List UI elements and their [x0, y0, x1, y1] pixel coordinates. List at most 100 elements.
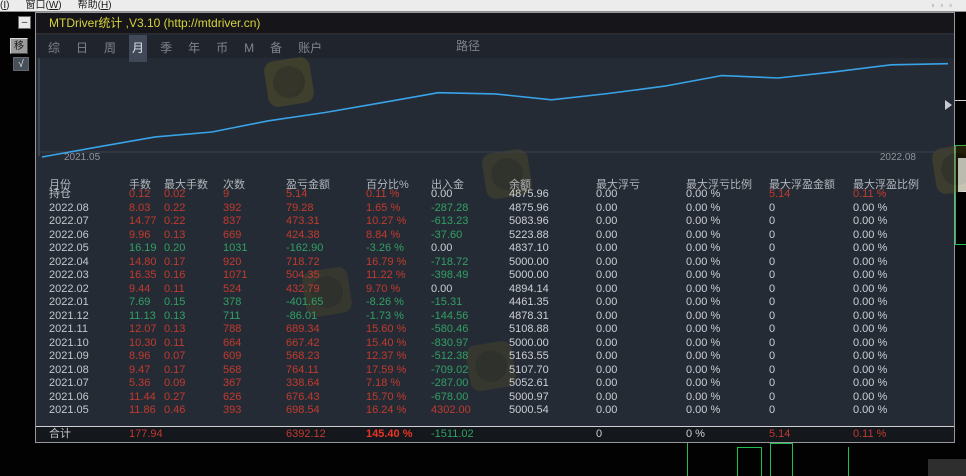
tab-备[interactable]: 备: [270, 37, 282, 60]
row-label: 2022.01: [49, 296, 89, 310]
cell: 5.36: [129, 377, 150, 391]
table-row-2021.08: 2021.089.470.17568764.1117.59 %-709.0251…: [36, 364, 954, 378]
cell: -8.26 %: [366, 296, 404, 310]
cell: 5000.54: [509, 404, 549, 418]
cell: 0.00 %: [853, 377, 887, 391]
cell: 0.00 %: [686, 391, 720, 405]
cell: 0.00 %: [686, 350, 720, 364]
move-tool-button[interactable]: 移: [10, 38, 28, 54]
cell: 676.43: [286, 391, 320, 405]
cell: 0.15: [164, 296, 185, 310]
cell: 0.00 %: [853, 310, 887, 324]
table-row-2022.04: 2022.0414.800.17920718.7216.79 %-718.725…: [36, 256, 954, 270]
cell: 0.00 %: [853, 296, 887, 310]
tab-综[interactable]: 综: [48, 37, 60, 60]
cell: 0: [769, 364, 775, 378]
line-end-marker-icon: [945, 100, 952, 110]
tab-日[interactable]: 日: [76, 37, 88, 60]
cell: 0.00 %: [686, 215, 720, 229]
totals-cell: -1511.02: [431, 427, 474, 442]
window-title-bar[interactable]: MTDriver统计 ,V3.10 (http://mtdriver.cn): [36, 13, 954, 34]
cell: 0.00: [596, 391, 617, 405]
cell: 8.96: [129, 350, 150, 364]
tab-M[interactable]: M: [244, 37, 254, 60]
cell: 393: [223, 404, 241, 418]
menu-item-W[interactable]: 窗口(W): [25, 0, 61, 11]
totals-cell: 145.40 %: [366, 427, 412, 442]
cell: 15.60 %: [366, 323, 406, 337]
cell: 0.00: [596, 202, 617, 216]
cell: 5000.97: [509, 391, 549, 405]
path-button[interactable]: 路径: [456, 35, 480, 58]
totals-cell: 0: [596, 427, 602, 442]
table-row-2022.05: 2022.0516.190.201031-162.90-3.26 %0.0048…: [36, 242, 954, 256]
cell: -678.00: [431, 391, 468, 405]
tab-币[interactable]: 币: [216, 37, 228, 60]
cell: 0: [769, 404, 775, 418]
table-row-2021.05: 2021.0511.860.46393698.5416.24 %4302.005…: [36, 404, 954, 418]
cell: 0.00: [431, 188, 452, 202]
cell: 5223.88: [509, 229, 549, 243]
cell: 0.00 %: [686, 202, 720, 216]
cell: 0.00 %: [686, 256, 720, 270]
table-row-2021.12: 2021.1211.130.13711-86.01-1.73 %-144.564…: [36, 310, 954, 324]
cell: 11.86: [129, 404, 156, 418]
equity-chart-canvas: [36, 58, 954, 171]
tab-周[interactable]: 周: [104, 37, 116, 60]
cell: 667.42: [286, 337, 320, 351]
cell: 0: [769, 269, 775, 283]
x-axis-label-start: 2021.05: [64, 152, 100, 163]
cell: -830.97: [431, 337, 468, 351]
menu-item-H[interactable]: 帮助(H): [78, 0, 112, 11]
cell: 7.18 %: [366, 377, 400, 391]
table-row-2022.06: 2022.069.960.13669424.388.84 %-37.605223…: [36, 229, 954, 243]
row-label: 2021.06: [49, 391, 89, 405]
cell: 424.38: [286, 229, 320, 243]
restore-window-button[interactable]: –: [18, 16, 31, 29]
green-bracket-leg: [770, 443, 771, 476]
cell: 0.02: [164, 188, 185, 202]
cell: 11.13: [129, 310, 156, 324]
cell: -709.02: [431, 364, 468, 378]
cell: 5.14: [769, 188, 790, 202]
cell: 5.14: [286, 188, 307, 202]
totals-cell: 0 %: [686, 427, 705, 442]
cell: 0.00 %: [686, 296, 720, 310]
cell: 4302.00: [431, 404, 471, 418]
cell: 4461.35: [509, 296, 549, 310]
cell: 10.27 %: [366, 215, 406, 229]
totals-label: 合计: [49, 427, 71, 442]
cell: 0.00: [431, 242, 452, 256]
period-tab-bar: 综日周月季年币M备账户 路径: [36, 35, 954, 58]
tab-季[interactable]: 季: [160, 37, 172, 60]
row-label: 2021.08: [49, 364, 89, 378]
cell: -287.00: [431, 377, 468, 391]
row-label: 2021.05: [49, 404, 89, 418]
cell: -1.73 %: [366, 310, 404, 324]
table-row-2022.08: 2022.088.030.2239279.281.65 %-287.284875…: [36, 202, 954, 216]
cell: 0: [769, 283, 775, 297]
table-row-持仓: 持仓0.120.0295.140.11 %0.004875.960.000.00…: [36, 188, 954, 202]
table-row-2021.07: 2021.075.360.09367338.647.18 %-287.00505…: [36, 377, 954, 391]
totals-cell: 177.94: [129, 427, 163, 442]
cell: 0.00: [596, 283, 617, 297]
cell: 0.13: [164, 310, 185, 324]
row-label: 2022.07: [49, 215, 89, 229]
cell: 0.00 %: [686, 337, 720, 351]
cell: 788: [223, 323, 241, 337]
green-bracket-top: [770, 443, 793, 444]
window-corner-fragment: [928, 459, 966, 476]
row-label: 2022.02: [49, 283, 89, 297]
menu-item-I[interactable]: (I): [0, 0, 9, 11]
mtdriver-stats-window: MTDriver统计 ,V3.10 (http://mtdriver.cn) 综…: [35, 12, 955, 443]
cell: 0.00 %: [853, 323, 887, 337]
check-tool-button[interactable]: √: [13, 57, 29, 71]
cell: 9.44: [129, 283, 150, 297]
tab-年[interactable]: 年: [188, 37, 200, 60]
cell: 0.00 %: [853, 350, 887, 364]
menu-toolbar-fragment: ▫▫▫: [931, 0, 958, 11]
cell: 11.44: [129, 391, 156, 405]
cell: 0.16: [164, 269, 185, 283]
cell: 5000.00: [509, 269, 549, 283]
cell: 0.00: [596, 404, 617, 418]
